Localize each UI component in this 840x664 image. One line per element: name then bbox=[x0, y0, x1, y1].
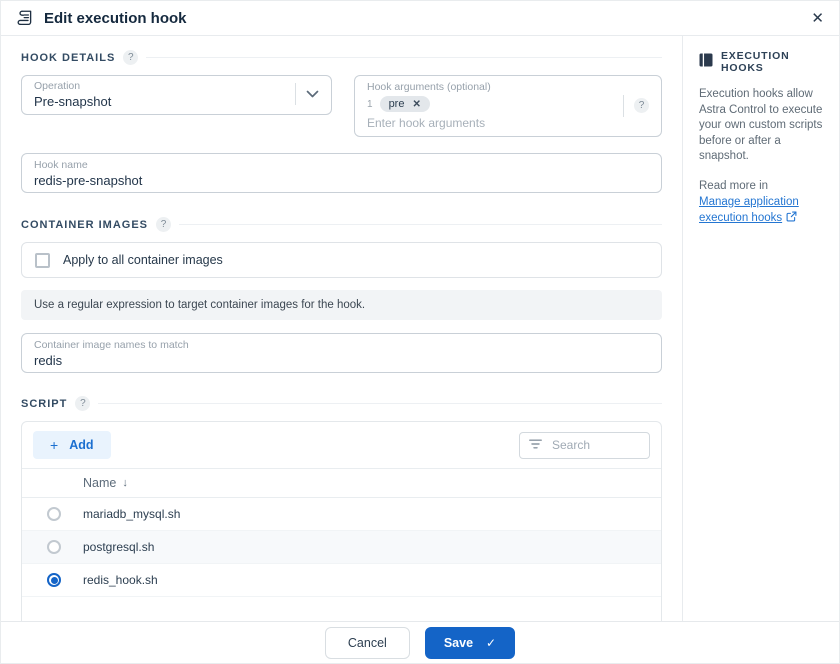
section-container-images: CONTAINER IMAGES ? bbox=[21, 217, 662, 232]
section-title: HOOK DETAILS bbox=[21, 51, 116, 64]
divider bbox=[295, 83, 296, 105]
script-toolbar: + Add bbox=[22, 422, 661, 468]
chevron-down-icon bbox=[306, 85, 319, 103]
filter-icon bbox=[529, 436, 542, 454]
external-link-icon bbox=[786, 211, 797, 227]
table-row[interactable]: postgresql.sh bbox=[22, 531, 661, 564]
operation-value: Pre-snapshot bbox=[34, 93, 112, 109]
edit-execution-hook-dialog: Edit execution hook ✕ HOOK DETAILS ? Ope… bbox=[0, 0, 840, 664]
dialog-body: HOOK DETAILS ? Operation Pre-snapshot Ho… bbox=[1, 36, 839, 621]
search-input[interactable] bbox=[550, 437, 640, 453]
sidebar-header: EXECUTION HOOKS bbox=[699, 50, 826, 74]
sidebar-description: Execution hooks allow Astra Control to e… bbox=[699, 88, 823, 163]
hook-name-value: redis-pre-snapshot bbox=[34, 173, 143, 188]
section-divider bbox=[179, 224, 662, 225]
apply-all-label: Apply to all container images bbox=[63, 253, 223, 267]
script-table-panel: + Add Search Name ↓ mariadb_mysql.sh pos… bbox=[21, 421, 662, 621]
help-icon[interactable]: ? bbox=[156, 217, 172, 232]
check-icon: ✓ bbox=[486, 635, 497, 650]
help-icon[interactable]: ? bbox=[75, 396, 91, 411]
close-icon[interactable]: ✕ bbox=[811, 11, 824, 26]
table-row[interactable]: redis_hook.sh bbox=[22, 564, 661, 597]
checkbox[interactable] bbox=[35, 252, 50, 268]
dialog-footer: Cancel Save ✓ bbox=[1, 621, 839, 663]
section-script: SCRIPT ? bbox=[21, 396, 662, 411]
argument-index: 1 bbox=[367, 98, 373, 110]
table-header-name[interactable]: Name ↓ bbox=[22, 468, 661, 498]
section-divider bbox=[146, 57, 662, 58]
radio-button[interactable] bbox=[47, 573, 61, 587]
save-button-label: Save bbox=[443, 635, 474, 650]
table-row[interactable]: mariadb_mysql.sh bbox=[22, 498, 661, 531]
add-button-label: Add bbox=[69, 438, 94, 452]
cancel-button[interactable]: Cancel bbox=[324, 626, 410, 659]
radio-button[interactable] bbox=[47, 507, 61, 521]
hook-name-field[interactable]: Hook name redis-pre-snapshot bbox=[21, 153, 662, 193]
argument-chip[interactable]: pre ✕ bbox=[379, 96, 430, 112]
container-image-match-field[interactable]: Container image names to match redis bbox=[21, 333, 662, 373]
section-title: CONTAINER IMAGES bbox=[21, 218, 149, 231]
manage-hooks-link[interactable]: Manage application execution hooks bbox=[699, 196, 799, 224]
sidebar-title: EXECUTION HOOKS bbox=[721, 50, 790, 74]
regex-info-text: Use a regular expression to target conta… bbox=[21, 290, 662, 320]
hook-arguments-placeholder: Enter hook arguments bbox=[367, 116, 486, 130]
help-sidebar: EXECUTION HOOKS Execution hooks allow As… bbox=[682, 36, 839, 621]
argument-chip-label: pre bbox=[388, 98, 405, 110]
operation-label: Operation bbox=[34, 79, 81, 92]
page-title: Edit execution hook bbox=[44, 9, 187, 27]
read-more-prefix: Read more in bbox=[699, 179, 769, 192]
script-name: mariadb_mysql.sh bbox=[83, 507, 181, 521]
hook-arguments-label: Hook arguments (optional) bbox=[367, 81, 491, 93]
apply-all-checkbox-row[interactable]: Apply to all container images bbox=[21, 242, 662, 278]
help-icon[interactable]: ? bbox=[123, 50, 139, 65]
chip-remove-icon[interactable]: ✕ bbox=[412, 99, 420, 110]
save-button[interactable]: Save ✓ bbox=[424, 626, 516, 659]
journal-icon bbox=[699, 53, 713, 72]
main-form: HOOK DETAILS ? Operation Pre-snapshot Ho… bbox=[1, 36, 682, 621]
column-header-label: Name bbox=[83, 476, 117, 490]
section-title: SCRIPT bbox=[21, 397, 68, 410]
hook-name-label: Hook name bbox=[34, 159, 88, 171]
script-scroll-icon bbox=[16, 9, 34, 27]
help-icon[interactable]: ? bbox=[634, 98, 649, 113]
read-more-block: Read more in Manage application executio… bbox=[699, 178, 826, 227]
script-search[interactable] bbox=[519, 431, 650, 459]
hook-details-fields: Operation Pre-snapshot Hook arguments (o… bbox=[21, 75, 662, 137]
dialog-titlebar: Edit execution hook ✕ bbox=[1, 1, 839, 36]
match-field-value: redis bbox=[34, 353, 63, 368]
script-name: redis_hook.sh bbox=[83, 573, 158, 587]
add-script-button[interactable]: + Add bbox=[33, 431, 111, 459]
operation-select[interactable]: Operation Pre-snapshot bbox=[21, 75, 332, 115]
radio-button[interactable] bbox=[47, 540, 61, 554]
section-hook-details: HOOK DETAILS ? bbox=[21, 50, 662, 65]
section-divider bbox=[98, 403, 662, 404]
plus-icon: + bbox=[50, 437, 59, 453]
script-table-body: mariadb_mysql.sh postgresql.sh redis_hoo… bbox=[22, 498, 661, 621]
match-field-label: Container image names to match bbox=[34, 339, 189, 351]
script-name: postgresql.sh bbox=[83, 540, 155, 554]
hook-arguments-field[interactable]: Hook arguments (optional) 1 pre ✕ Enter … bbox=[354, 75, 662, 137]
sort-desc-icon: ↓ bbox=[122, 477, 128, 489]
divider bbox=[623, 94, 624, 117]
